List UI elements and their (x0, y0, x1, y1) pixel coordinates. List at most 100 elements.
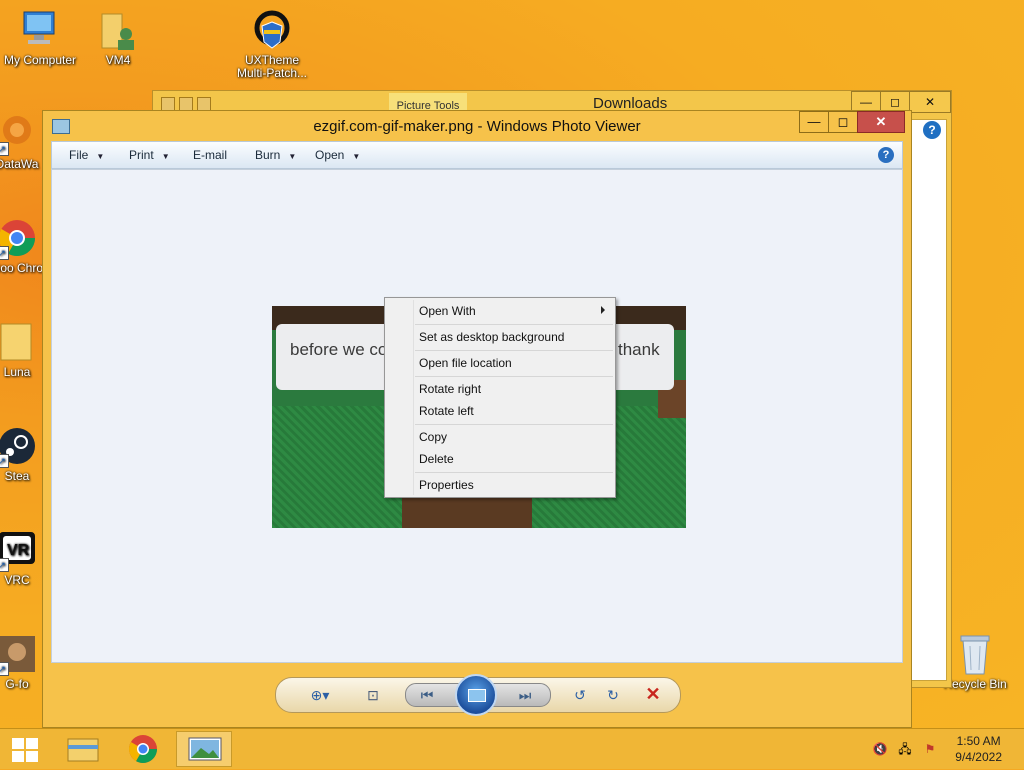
burn-menu-label: Burn (255, 148, 281, 162)
photo-viewer-icon (188, 737, 222, 761)
chevron-down-icon: ▼ (288, 152, 297, 161)
qat-dropdown-icon[interactable] (197, 97, 211, 111)
menu-separator (415, 424, 613, 425)
print-menu-label: Print (129, 148, 154, 162)
desktop-icon-label: My Computer (3, 53, 77, 67)
open-menu[interactable]: Open ▼ (315, 142, 360, 168)
menu-item-open-with[interactable]: Open With (419, 300, 609, 322)
explorer-help-icon[interactable]: ? (923, 121, 941, 139)
clock-date: 9/4/2022 (955, 750, 1002, 764)
menu-separator (415, 350, 613, 351)
menu-item-delete[interactable]: Delete (419, 448, 454, 470)
vm4-shortcut[interactable]: VM4 (78, 8, 158, 67)
menu-item-copy[interactable]: Copy (419, 426, 447, 448)
taskbar-file-explorer[interactable] (56, 731, 112, 767)
shortcut-arrow-icon: ↗ (0, 142, 9, 156)
image-region (402, 496, 532, 528)
delete-icon[interactable]: ✕ (644, 685, 662, 703)
slideshow-button[interactable] (455, 674, 497, 716)
window-title: ezgif.com-gif-maker.png - Windows Photo … (313, 118, 641, 135)
burn-menu[interactable]: Burn ▼ (255, 142, 296, 168)
help-icon[interactable]: ? (878, 147, 894, 163)
image-text-left: before we co (290, 340, 388, 359)
menu-item-properties[interactable]: Properties (419, 474, 474, 496)
menu-item-rotate-left[interactable]: Rotate left (419, 400, 474, 422)
chevron-down-icon: ▼ (161, 152, 170, 161)
datawarrior-shortcut[interactable]: ↗ DataWa (0, 112, 44, 171)
uxtheme-icon (250, 8, 294, 52)
network-icon[interactable]: 🖧 (897, 741, 913, 757)
desktop-icon-label: DataWa (0, 157, 39, 171)
shortcut-arrow-icon: ↗ (0, 662, 9, 676)
clock-time: 1:50 AM (956, 734, 1001, 748)
file-explorer-icon (67, 738, 99, 762)
properties-icon[interactable] (161, 97, 175, 111)
zoom-icon[interactable]: ⊕▾ (306, 687, 334, 703)
luna-shortcut[interactable]: Luna (0, 320, 44, 379)
rotate-left-icon[interactable]: ↺ (571, 687, 589, 703)
gfo-shortcut[interactable]: ↗ G-fo (0, 632, 44, 691)
windows-logo-pane (12, 751, 24, 762)
actual-size-icon[interactable]: ⊡ (364, 687, 382, 703)
chevron-down-icon: ▼ (96, 152, 105, 161)
my-computer-shortcut[interactable]: My Computer (0, 8, 80, 67)
quick-access-toolbar[interactable] (161, 97, 257, 111)
action-center-icon[interactable]: ⚑ (922, 741, 938, 757)
menu-item-set-desktop-background[interactable]: Set as desktop background (419, 326, 564, 348)
menu-item-open-file-location[interactable]: Open file location (419, 352, 512, 374)
windows-logo-pane (26, 751, 38, 762)
shortcut-arrow-icon: ↗ (0, 558, 9, 572)
chrome-shortcut[interactable]: ↗ Goo Chro (0, 216, 44, 275)
next-icon[interactable]: ⏭ (516, 687, 534, 703)
menu-separator (415, 324, 613, 325)
desktop-icon-label: VM4 (105, 53, 131, 67)
rotate-right-icon[interactable]: ↻ (604, 687, 622, 703)
start-button[interactable] (4, 733, 44, 765)
previous-icon[interactable]: ⏮ (418, 687, 436, 703)
desktop-icon-label: Luna (3, 365, 31, 379)
email-button[interactable]: E-mail (193, 142, 227, 168)
open-menu-label: Open (315, 148, 345, 162)
steam-shortcut[interactable]: ↗ Stea (0, 424, 44, 483)
context-menu: Open With Set as desktop background Open… (384, 297, 616, 498)
print-menu[interactable]: Print ▼ (129, 142, 170, 168)
uxtheme-shortcut[interactable]: UXTheme Multi-Patch... (232, 8, 312, 80)
computer-icon (18, 8, 62, 52)
user-folder-icon (96, 8, 140, 52)
volume-muted-icon[interactable]: 🔇 (872, 741, 888, 757)
taskbar-chrome[interactable] (116, 731, 172, 767)
shortcut-arrow-icon: ↗ (0, 246, 9, 260)
minimize-button[interactable]: — (799, 111, 829, 133)
desktop-icon-label: G-fo (5, 677, 29, 691)
image-text-right: thank (618, 340, 660, 359)
explorer-close-button[interactable]: ✕ (909, 91, 951, 113)
taskbar: 🔇 🖧 ⚑ 1:50 AM 9/4/2022 (0, 728, 1024, 769)
recycle-bin-icon (953, 632, 997, 676)
vrchat-shortcut[interactable]: VR ↗ VRC (0, 528, 44, 587)
menu-item-rotate-right[interactable]: Rotate right (419, 378, 481, 400)
app-icon: ↗ (0, 632, 39, 676)
chevron-down-icon: ▼ (352, 152, 361, 161)
desktop-icon-label: Goo Chro (0, 261, 44, 275)
svg-text:VR: VR (7, 542, 30, 559)
slideshow-icon (468, 689, 486, 702)
desktop-icon-label: VRC (4, 573, 30, 587)
windows-logo-icon (12, 738, 24, 749)
close-button[interactable]: ✕ (857, 111, 905, 133)
shortcut-arrow-icon: ↗ (0, 454, 9, 468)
email-label: E-mail (193, 148, 228, 162)
submenu-arrow-icon (601, 306, 605, 314)
file-menu-label: File (69, 148, 89, 162)
menu-separator (415, 376, 613, 377)
new-folder-icon[interactable] (179, 97, 193, 111)
desktop-icon-label: Stea (4, 469, 30, 483)
maximize-button[interactable]: ◻ (828, 111, 858, 133)
taskbar-photo-viewer[interactable] (176, 731, 232, 767)
clock[interactable]: 1:50 AM 9/4/2022 (955, 733, 1002, 765)
file-menu[interactable]: File ▼ (69, 142, 104, 168)
chrome-icon: ↗ (0, 216, 39, 260)
folder-icon (0, 320, 39, 364)
explorer-content-pane[interactable] (909, 119, 947, 681)
menu-separator (415, 472, 613, 473)
command-bar: File ▼ Print ▼ E-mail Burn ▼ Open ▼ ? (51, 141, 903, 169)
